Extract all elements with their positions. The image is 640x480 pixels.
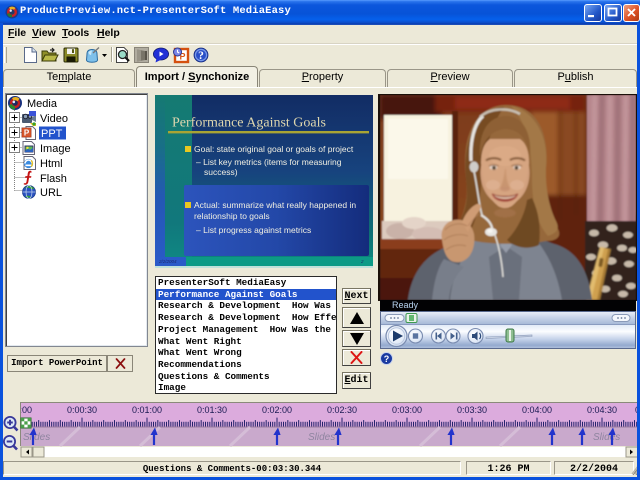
svg-text:0:00:00: 0:00:00 — [2, 405, 32, 415]
svg-text:Image: Image — [40, 143, 71, 155]
svg-text:P: P — [24, 129, 30, 138]
svg-text:2/2/2004: 2/2/2004 — [158, 259, 177, 264]
svg-text:Slides: Slides — [593, 432, 620, 443]
svg-text:relationship to goals: relationship to goals — [194, 211, 270, 221]
svg-text:– List progress against metric: – List progress against metrics — [196, 225, 311, 235]
svg-text:Flash: Flash — [40, 173, 67, 185]
svg-text:URL: URL — [40, 187, 62, 199]
svg-text:PPT: PPT — [41, 128, 63, 140]
svg-text:0:01:30: 0:01:30 — [197, 405, 227, 415]
svg-text:Html: Html — [40, 158, 63, 170]
svg-text:0:04:00: 0:04:00 — [522, 405, 552, 415]
svg-text:0:03:00: 0:03:00 — [392, 405, 422, 415]
svg-text:– List key metrics (items for: – List key metrics (items for measuring — [196, 157, 342, 167]
svg-text:?: ? — [384, 354, 390, 364]
svg-text:0:01:00: 0:01:00 — [132, 405, 162, 415]
svg-text:2: 2 — [360, 259, 364, 264]
svg-text:Goal: state original goal or g: Goal: state original goal or goals of pr… — [194, 144, 354, 154]
svg-text:Performance Against Goals: Performance Against Goals — [172, 116, 326, 131]
svg-text:0:03:30: 0:03:30 — [457, 405, 487, 415]
svg-text:0:04:30: 0:04:30 — [587, 405, 617, 415]
svg-text:Video: Video — [40, 113, 68, 125]
svg-text:Slides: Slides — [23, 432, 50, 443]
svg-text:Media: Media — [27, 98, 58, 110]
svg-text:?: ? — [198, 50, 204, 62]
svg-text:0:02:30: 0:02:30 — [327, 405, 357, 415]
svg-text:Slides: Slides — [308, 432, 335, 443]
svg-text:Actual: summarize what really: Actual: summarize what really happened i… — [194, 200, 356, 210]
svg-text:0:00:30: 0:00:30 — [67, 405, 97, 415]
svg-text:0:02:00: 0:02:00 — [262, 405, 292, 415]
svg-text:success): success) — [204, 167, 238, 177]
